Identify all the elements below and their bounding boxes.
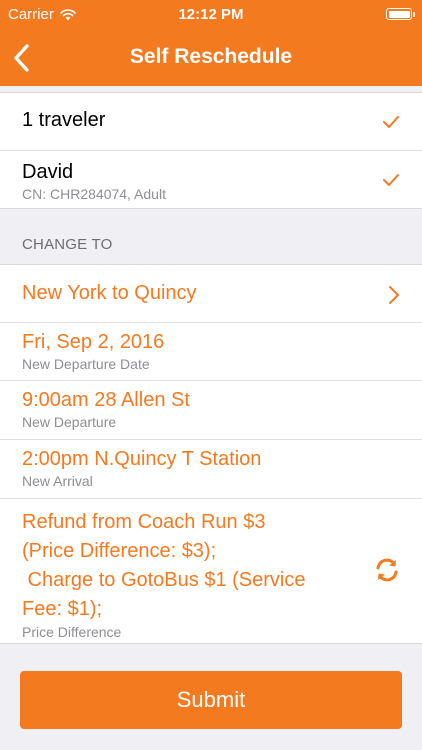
price-difference-row: Refund from Coach Run $3 (Price Differen… [0, 499, 422, 643]
price-line-2: (Price Difference: $3); [22, 540, 217, 562]
price-line-4: Fee: $1); [22, 598, 103, 620]
section-header-change-to: CHANGE TO [22, 236, 113, 253]
checkmark-icon [383, 116, 399, 128]
status-time: 12:12 PM [178, 6, 244, 23]
submit-button[interactable]: Submit [20, 671, 402, 729]
traveler-row[interactable]: David CN: CHR284074, Adult [0, 151, 422, 208]
departure-date-value: Fri, Sep 2, 2016 [22, 331, 165, 353]
page-title: Self Reschedule [129, 45, 293, 68]
nav-bar: Self Reschedule [0, 30, 422, 86]
price-difference-label: Price Difference [22, 624, 122, 640]
refresh-icon[interactable] [374, 557, 400, 583]
price-line-3: Charge to GotoBus $1 (Service [22, 569, 306, 591]
arrival-label: New Arrival [22, 473, 93, 489]
travelers-group: 1 traveler David CN: CHR284074, Adult [0, 92, 422, 209]
traveler-count-row[interactable]: 1 traveler [0, 93, 422, 151]
route-row[interactable]: New York to Quincy [0, 265, 422, 323]
arrival-value: 2:00pm N.Quincy T Station [22, 448, 262, 470]
status-bar: Carrier 12:12 PM [0, 0, 422, 30]
chevron-right-icon [389, 286, 399, 304]
battery-icon [386, 8, 415, 20]
top-bar: Carrier 12:12 PM Self Reschedule [0, 0, 422, 86]
departure-label: New Departure [22, 414, 117, 430]
footer: Submit [0, 644, 422, 750]
route-label: New York to Quincy [22, 282, 197, 304]
departure-date-label: New Departure Date [22, 356, 150, 372]
checkmark-icon [383, 174, 399, 186]
price-line-1: Refund from Coach Run $3 [22, 511, 266, 533]
departure-row[interactable]: 9:00am 28 Allen St New Departure [0, 381, 422, 440]
traveler-details: CN: CHR284074, Adult [22, 186, 166, 202]
change-to-group: New York to Quincy Fri, Sep 2, 2016 New … [0, 264, 422, 644]
traveler-name: David [22, 161, 74, 183]
arrival-row[interactable]: 2:00pm N.Quincy T Station New Arrival [0, 440, 422, 499]
departure-date-row[interactable]: Fri, Sep 2, 2016 New Departure Date [0, 323, 422, 381]
traveler-count-label: 1 traveler [22, 109, 106, 131]
departure-value: 9:00am 28 Allen St [22, 389, 190, 411]
